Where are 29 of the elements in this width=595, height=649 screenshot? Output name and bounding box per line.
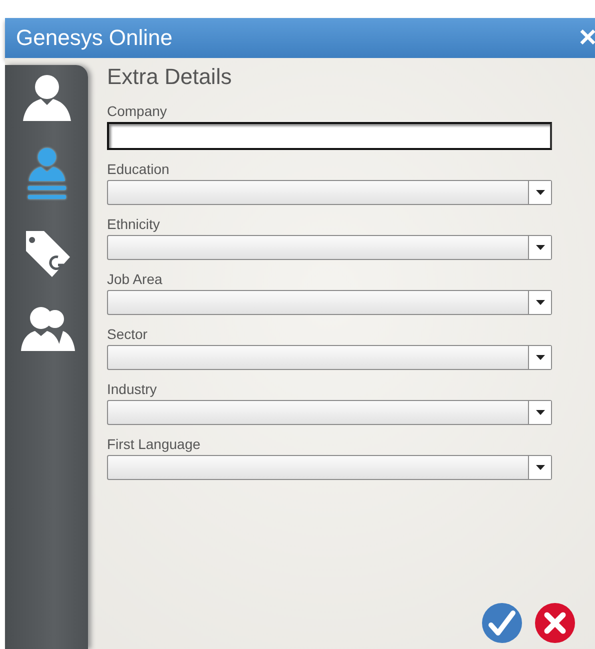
person-icon: [20, 73, 72, 123]
field-label: Education: [107, 161, 170, 177]
cancel-button[interactable]: [533, 601, 577, 645]
dropdown-field[interactable]: [107, 455, 552, 480]
caret-icon: [536, 465, 544, 470]
close-button[interactable]: ×: [579, 23, 595, 53]
people-icon: [18, 305, 74, 353]
confirm-button[interactable]: [480, 601, 524, 645]
field-label: Sector: [107, 326, 148, 342]
field-label: Industry: [107, 381, 158, 397]
section-heading: Extra Details: [107, 64, 233, 90]
text-field[interactable]: [107, 122, 552, 150]
sidebar-tab[interactable]: [18, 305, 74, 353]
caret-icon: [536, 245, 544, 250]
caret-icon: [536, 190, 544, 195]
dropdown-field[interactable]: [107, 290, 552, 315]
dropdown-field[interactable]: [107, 400, 552, 425]
caret-icon: [536, 300, 544, 305]
dropdown-field[interactable]: [107, 235, 552, 260]
caret-icon: [536, 410, 544, 415]
sidebar-tab[interactable]: [20, 73, 72, 123]
caret-icon: [536, 355, 544, 360]
field-label: Company: [107, 103, 168, 119]
dropdown-field[interactable]: [107, 345, 552, 370]
window-title: Genesys Online: [15, 25, 173, 51]
field-label: Job Area: [107, 271, 164, 287]
field-label: Ethnicity: [107, 216, 161, 232]
field-label: First Language: [107, 436, 202, 452]
dropdown-field[interactable]: [107, 180, 552, 205]
